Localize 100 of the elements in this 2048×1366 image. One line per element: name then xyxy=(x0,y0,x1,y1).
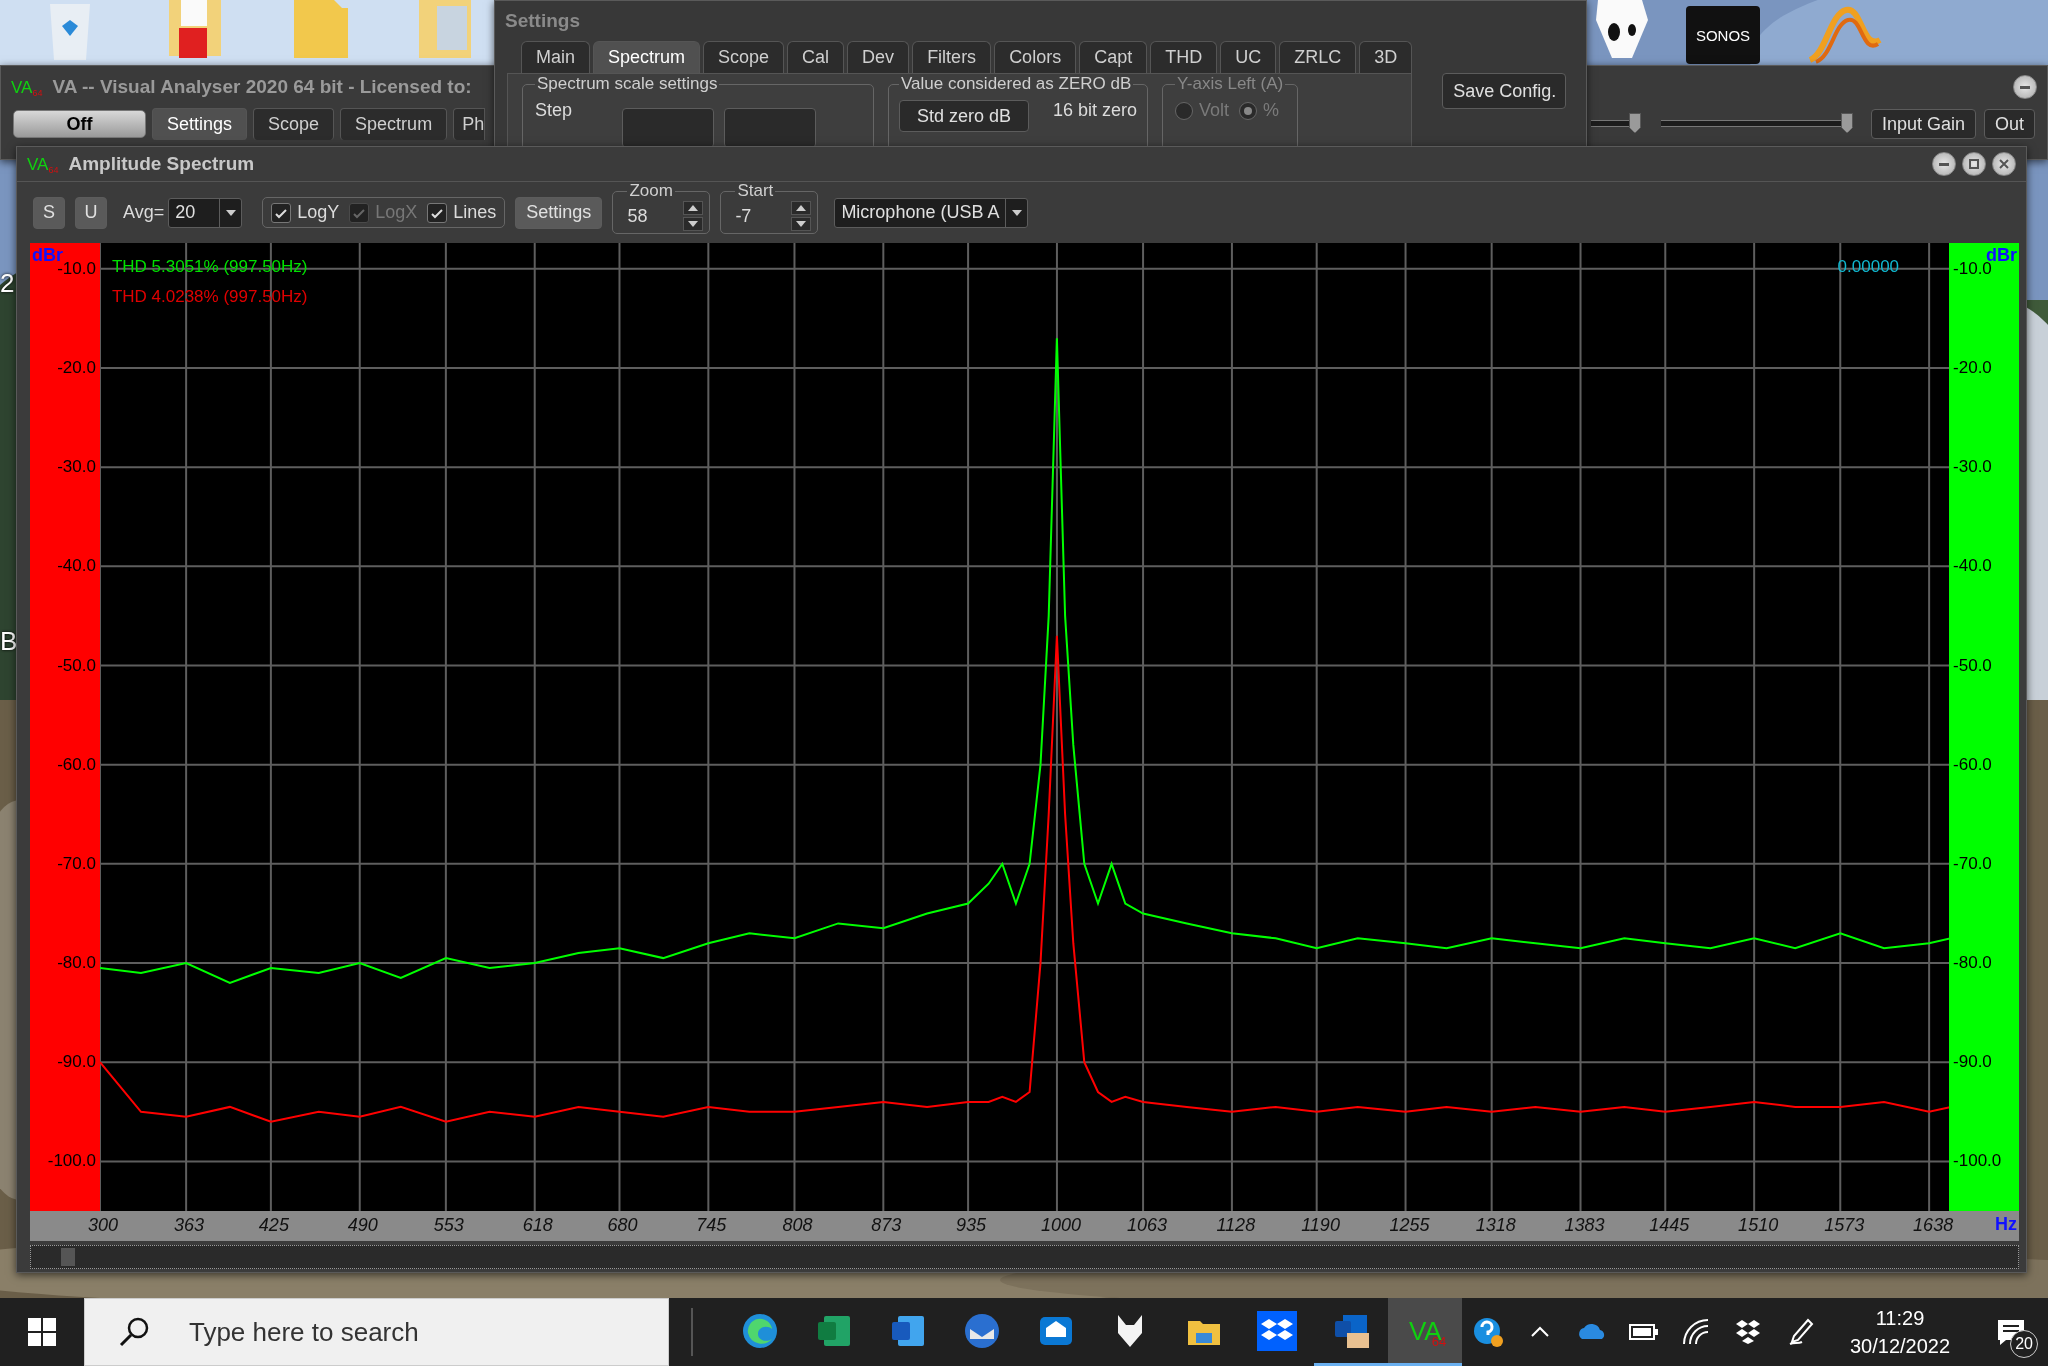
x-tick-label: 1510 xyxy=(1738,1215,1779,1236)
windows-icon xyxy=(27,1318,56,1346)
dropbox-icon xyxy=(1257,1310,1298,1351)
power-button[interactable]: Off xyxy=(13,110,146,138)
y-tick-label: -100.0 xyxy=(1953,1151,2002,1172)
button[interactable] xyxy=(622,108,715,148)
down-arrow-icon xyxy=(688,221,699,227)
check-icon xyxy=(430,206,445,219)
radio-label: % xyxy=(1263,100,1280,121)
spinner-value: -7 xyxy=(735,205,753,227)
y-tick-label: -80.0 xyxy=(57,953,96,974)
x-tick-label: 1318 xyxy=(1475,1215,1516,1236)
up-arrow-icon xyxy=(688,205,699,211)
notification-button[interactable]: 20 xyxy=(1974,1298,2048,1366)
y-tick-label: -30.0 xyxy=(57,457,96,478)
maximize-icon xyxy=(1968,158,1980,170)
help-icon xyxy=(1472,1316,1505,1348)
y-tick-label: -60.0 xyxy=(1953,754,1992,775)
x-tick-label: 553 xyxy=(433,1215,464,1236)
tab[interactable]: Settings xyxy=(152,108,248,140)
spin-down-button[interactable] xyxy=(791,217,812,231)
x-tick-label: 745 xyxy=(696,1215,727,1236)
spinner[interactable]: Start -7 xyxy=(720,181,819,234)
tab[interactable]: Spectrum xyxy=(340,108,448,140)
y-tick-label: -70.0 xyxy=(57,853,96,874)
group-label: Y-axis Left (A) xyxy=(1176,74,1285,94)
down-arrow-icon xyxy=(796,221,807,227)
y-tick-label: -20.0 xyxy=(57,357,96,378)
group-label: Value considered as ZERO dB xyxy=(900,74,1133,94)
unit-label: Hz xyxy=(1995,1214,2017,1235)
y-tick-label: -50.0 xyxy=(1953,655,1992,676)
dropdown-arrow-icon xyxy=(225,209,236,216)
step-label: Step xyxy=(535,100,573,121)
zero-value: 16 bit zero xyxy=(1053,100,1138,121)
settings-button[interactable]: Settings xyxy=(515,196,603,229)
check-icon xyxy=(352,206,367,219)
window-title: VA -- Visual Analyser 2020 64 bit - Licensed to: xyxy=(52,76,472,98)
y-tick-label: -40.0 xyxy=(57,556,96,577)
x-tick-label: 300 xyxy=(88,1215,119,1236)
x-tick-label: 490 xyxy=(347,1215,378,1236)
minimize-icon xyxy=(1939,162,1949,166)
x-tick-label: 680 xyxy=(607,1215,638,1236)
avg-dropdown[interactable]: 20 xyxy=(168,197,243,228)
unit-label: dBr xyxy=(32,245,63,265)
x-tick-label: 1573 xyxy=(1824,1215,1865,1236)
checkbox[interactable]: Lines xyxy=(427,202,497,223)
y-tick-label: -40.0 xyxy=(1953,556,1992,577)
search-field[interactable]: Type here to search xyxy=(83,1298,669,1366)
clock[interactable]: 11:29 30/12/2022 xyxy=(1825,1298,1975,1366)
wifi-icon xyxy=(1682,1318,1711,1346)
x-tick-label: 1445 xyxy=(1649,1215,1690,1236)
tab[interactable]: Ph xyxy=(453,108,486,140)
checkbox[interactable]: LogY xyxy=(271,202,340,223)
toolbar-button[interactable]: S xyxy=(33,196,65,229)
marker-value: 0.00000 xyxy=(1837,257,1900,277)
y-tick-label: -50.0 xyxy=(57,655,96,676)
slider-thumb[interactable] xyxy=(1841,113,1854,133)
x-tick-label: 618 xyxy=(522,1215,553,1236)
x-tick-label: 808 xyxy=(782,1215,813,1236)
y-tick-label: -70.0 xyxy=(1953,853,1992,874)
avg-label: Avg= xyxy=(123,202,165,223)
y-tick-label: -80.0 xyxy=(1953,953,1992,974)
zero-db-button[interactable]: Std zero dB xyxy=(899,100,1029,132)
radio-label: Volt xyxy=(1199,100,1230,121)
toolbar-button[interactable]: U xyxy=(75,196,107,229)
battery-icon xyxy=(1629,1323,1660,1341)
x-tick-label: 1255 xyxy=(1389,1215,1430,1236)
toolbar-button[interactable]: Input Gain xyxy=(1870,109,1976,139)
spinner-label: Start xyxy=(736,181,775,201)
check-icon xyxy=(274,206,289,219)
spinner-label: Zoom xyxy=(628,181,674,201)
scrollbar[interactable] xyxy=(30,1245,2019,1269)
maximize-button[interactable] xyxy=(1962,152,1986,176)
spin-up-button[interactable] xyxy=(683,201,704,215)
group-label: Spectrum scale settings xyxy=(536,74,719,94)
spin-up-button[interactable] xyxy=(791,201,812,215)
close-button[interactable] xyxy=(1992,152,2016,176)
x-tick-label: 1128 xyxy=(1216,1215,1256,1236)
slider-thumb[interactable] xyxy=(1628,113,1641,133)
va-app-button[interactable]: VA64 xyxy=(1388,1298,1463,1366)
y-tick-label: -20.0 xyxy=(1953,357,1992,378)
spin-down-button[interactable] xyxy=(683,217,704,231)
minimize-button[interactable] xyxy=(1932,152,1956,176)
thd-reading: THD 4.0238% (997.50Hz) xyxy=(111,287,308,307)
x-tick-label: 363 xyxy=(174,1215,205,1236)
x-tick-label: 1190 xyxy=(1301,1215,1340,1236)
toolbar-button[interactable]: Out xyxy=(1984,109,2035,139)
thd-reading: THD 5.3051% (997.50Hz) xyxy=(111,257,308,277)
x-tick-label: 1000 xyxy=(1040,1215,1081,1236)
button[interactable] xyxy=(724,108,817,148)
window-title: Amplitude Spectrum xyxy=(68,153,255,175)
close-icon xyxy=(1998,158,2010,170)
x-tick-label: 1383 xyxy=(1564,1215,1605,1236)
save-config-button[interactable]: Save Config. xyxy=(1442,73,1567,109)
device-dropdown[interactable]: Microphone (USB A xyxy=(834,197,1029,228)
y-tick-label: -90.0 xyxy=(1953,1052,1992,1073)
x-tick-label: 873 xyxy=(871,1215,902,1236)
spinner-value: 58 xyxy=(627,205,649,227)
tab[interactable]: Scope xyxy=(253,108,335,140)
spinner[interactable]: Zoom 58 xyxy=(612,181,711,234)
